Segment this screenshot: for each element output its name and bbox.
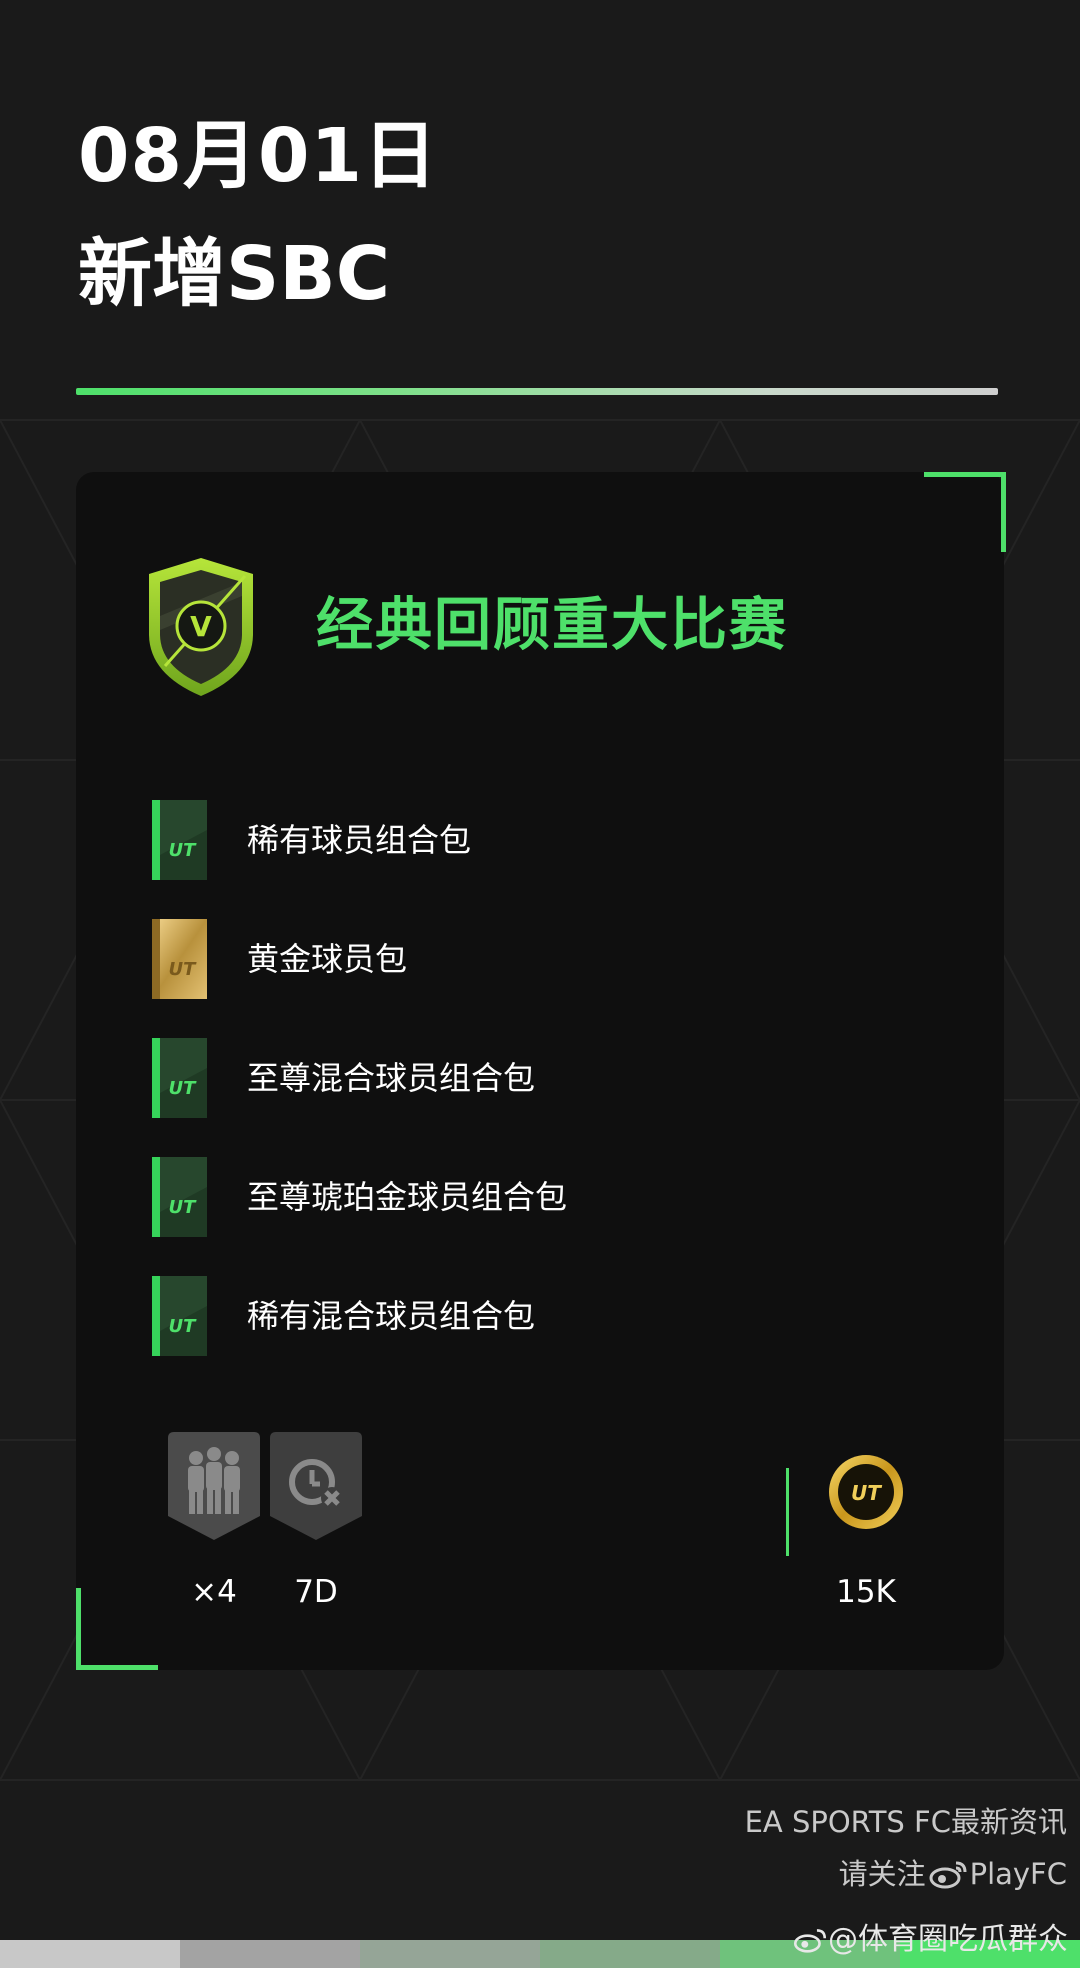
green-pack-icon: UT xyxy=(152,1276,207,1356)
gold-pack-icon: UT xyxy=(152,919,207,999)
pack-mark: UT xyxy=(169,959,198,980)
corner-accent-bottom-left xyxy=(76,1588,158,1670)
timer-expired-icon xyxy=(270,1432,362,1540)
sbc-title: 经典回顾重大比赛 xyxy=(316,592,788,658)
reward-item: UT 至尊混合球员组合包 xyxy=(152,1038,567,1118)
reward-label: 稀有混合球员组合包 xyxy=(247,1297,536,1335)
coin-mark: UT xyxy=(851,1481,882,1505)
reward-item: UT 稀有球员组合包 xyxy=(152,800,567,880)
weibo-icon xyxy=(929,1861,967,1889)
duration-label: 7D xyxy=(294,1574,338,1610)
reward-label: 黄金球员包 xyxy=(247,940,408,978)
green-pack-icon: UT xyxy=(152,1157,207,1237)
reward-item: UT 黄金球员包 xyxy=(152,919,567,999)
pack-mark: UT xyxy=(169,1197,198,1218)
watermark: @体育圈吃瓜群众 xyxy=(792,1920,1068,1960)
page-date: 08月01日 xyxy=(78,113,438,199)
squads-icon xyxy=(168,1432,260,1540)
footer-follow-label: 请关注 xyxy=(838,1857,926,1891)
coin-icon: UT xyxy=(829,1455,903,1529)
squads-count-label: ×4 xyxy=(191,1574,237,1610)
green-pack-icon: UT xyxy=(152,1038,207,1118)
reward-item: UT 稀有混合球员组合包 xyxy=(152,1276,567,1356)
header-divider xyxy=(76,388,998,395)
sbc-shield-icon: V xyxy=(149,558,253,696)
page-header: 08月01日 新增SBC xyxy=(78,108,438,322)
footer-handle: PlayFC xyxy=(969,1857,1067,1891)
cost-divider xyxy=(786,1468,789,1556)
watermark-text: @体育圈吃瓜群众 xyxy=(828,1922,1068,1957)
reward-label: 稀有球员组合包 xyxy=(247,821,472,859)
green-pack-icon: UT xyxy=(152,800,207,880)
reward-list: UT 稀有球员组合包 UT 黄金球员包 UT 至尊混合球员组合包 UT 至尊琥珀… xyxy=(152,800,567,1395)
cost-value: 15K xyxy=(836,1574,896,1610)
reward-label: 至尊琥珀金球员组合包 xyxy=(247,1178,568,1216)
reward-label: 至尊混合球员组合包 xyxy=(247,1059,536,1097)
footer: EA SPORTS FC最新资讯 请关注 PlayFC xyxy=(745,1800,1067,1896)
badge-letter: V xyxy=(190,610,212,643)
footer-line1: EA SPORTS FC最新资讯 xyxy=(744,1805,1067,1839)
footer-line2: 请关注 PlayFC xyxy=(745,1852,1067,1896)
pack-mark: UT xyxy=(169,1078,198,1099)
page-title: 新增SBC xyxy=(78,231,391,317)
pack-mark: UT xyxy=(169,840,198,861)
reward-item: UT 至尊琥珀金球员组合包 xyxy=(152,1157,567,1237)
weibo-icon xyxy=(793,1929,827,1953)
pack-mark: UT xyxy=(169,1316,198,1337)
corner-accent-top-right xyxy=(924,472,1006,552)
